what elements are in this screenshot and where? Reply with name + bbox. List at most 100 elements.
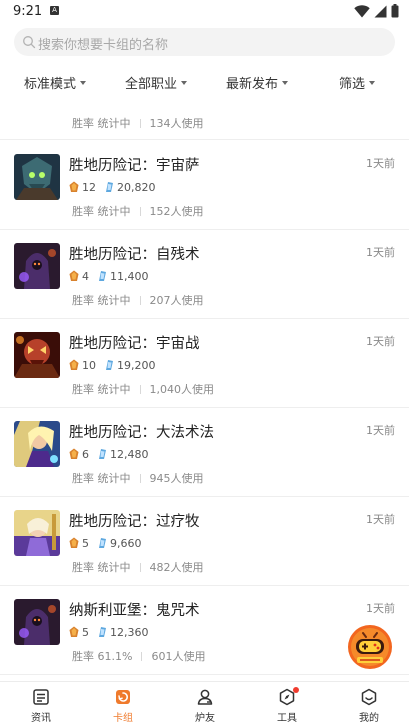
deck-row[interactable]: 胜地历险记：过疗牧 1天前 5 9,660 胜率 统计中 482人使用 — [0, 497, 409, 586]
deck-name: 胜地历险记：自残术 — [69, 247, 200, 263]
mana-gem-icon — [69, 626, 79, 637]
deck-meta: 胜率 统计中 207人使用 — [72, 292, 204, 308]
news-icon — [33, 689, 49, 705]
search-icon — [23, 36, 36, 49]
divider — [139, 562, 141, 572]
divider — [141, 651, 143, 661]
priest-portrait-icon — [14, 510, 60, 556]
tab-news[interactable]: 资讯 — [0, 682, 82, 727]
deck-time: 1天前 — [366, 424, 395, 437]
mana-gem-icon — [69, 448, 79, 459]
shaman-portrait-icon — [14, 154, 60, 200]
deck-time: 1天前 — [366, 335, 395, 348]
warrior-portrait-icon — [14, 332, 60, 378]
divider — [139, 384, 141, 394]
win-rate: 胜率 统计中 — [72, 472, 131, 485]
deck-meta: 胜率 61.1% 601人使用 — [72, 648, 205, 664]
deck-name: 胜地历险记：大法术法 — [69, 425, 214, 441]
notification-a-icon: A — [50, 6, 59, 15]
notification-dot — [293, 687, 299, 693]
usage-count: 945人使用 — [149, 472, 204, 485]
deck-stats: 12 20,820 — [69, 180, 156, 194]
gamepad-icon — [348, 625, 392, 669]
deck-row[interactable]: 胜地历险记：大法术法 1天前 6 12,480 胜率 统计中 945人使用 — [0, 408, 409, 497]
deck-time: 1天前 — [366, 157, 395, 170]
win-rate: 胜率 统计中 — [72, 294, 131, 307]
tab-profile[interactable]: 我的 — [328, 682, 409, 727]
win-rate: 胜率 统计中 — [72, 383, 131, 396]
deck-time: 1天前 — [366, 246, 395, 259]
arcane-dust-icon — [99, 627, 106, 637]
mana-gem-icon — [69, 537, 79, 548]
deck-row[interactable]: 胜地历险记：宇宙战 1天前 10 19,200 胜率 统计中 1,040人使用 — [0, 319, 409, 408]
filter-sort-dropdown[interactable]: 最新发布 — [226, 68, 289, 96]
deck-name: 胜地历险记：宇宙战 — [69, 336, 200, 352]
usage-count: 601人使用 — [151, 650, 206, 663]
tab-decks[interactable]: 卡组 — [82, 682, 164, 727]
caret-down-icon — [80, 80, 87, 85]
deck-meta: 胜率 统计中 1,040人使用 — [72, 381, 214, 397]
bottom-tab-bar: 资讯 卡组 炉友 工具 我的 — [0, 681, 409, 727]
dust-cost: 12,360 — [110, 625, 149, 639]
status-bar: 9:21 A — [0, 0, 409, 24]
arcane-dust-icon — [99, 271, 106, 281]
filter-more-dropdown[interactable]: 筛选 — [339, 68, 376, 96]
deck-meta: 胜率 统计中 482人使用 — [72, 559, 204, 575]
deck-time: 1天前 — [366, 602, 395, 615]
deck-meta: 胜率 统计中 152人使用 — [72, 203, 204, 219]
win-rate: 胜率 统计中 — [72, 561, 131, 574]
filter-label: 标准模式 — [24, 76, 77, 92]
deck-time: 1天前 — [366, 513, 395, 526]
filter-label: 最新发布 — [226, 76, 279, 92]
tab-label: 卡组 — [113, 713, 133, 724]
mana-cost: 4 — [82, 269, 89, 283]
mana-cost: 10 — [82, 358, 96, 372]
dust-cost: 9,660 — [110, 536, 142, 550]
filter-class-dropdown[interactable]: 全部职业 — [125, 68, 188, 96]
deck-list: 胜率 统计中 134人使用 胜地历险记：宇宙萨 1天前 12 20,820 胜率 … — [0, 100, 409, 681]
usage-count: 207人使用 — [149, 294, 204, 307]
battery-icon — [391, 4, 399, 18]
usage-count: 1,040人使用 — [149, 383, 215, 396]
mana-gem-icon — [69, 270, 79, 281]
deck-stats: 4 11,400 — [69, 269, 149, 283]
deck-name: 胜地历险记：宇宙萨 — [69, 158, 200, 174]
mana-gem-icon — [69, 359, 79, 370]
filter-bar: 标准模式 全部职业 最新发布 筛选 — [0, 68, 409, 96]
filter-label: 全部职业 — [125, 76, 178, 92]
tab-label: 炉友 — [195, 713, 215, 724]
tab-friends[interactable]: 炉友 — [164, 682, 246, 727]
tab-tools[interactable]: 工具 — [246, 682, 328, 727]
dust-cost: 11,400 — [110, 269, 149, 283]
cell-signal-icon — [374, 5, 387, 17]
deck-stats: 5 12,360 — [69, 625, 149, 639]
filter-label: 筛选 — [339, 76, 366, 92]
deck-row[interactable]: 胜地历险记：宇宙萨 1天前 12 20,820 胜率 统计中 152人使用 — [0, 141, 409, 230]
status-right — [354, 4, 399, 18]
mana-cost: 5 — [82, 536, 89, 550]
arcane-dust-icon — [106, 360, 113, 370]
filter-mode-dropdown[interactable]: 标准模式 — [24, 68, 87, 96]
deck-icon — [116, 690, 130, 704]
warlock-portrait-icon — [14, 243, 60, 289]
win-rate: 胜率 统计中 — [72, 117, 131, 130]
arcane-dust-icon — [99, 449, 106, 459]
status-time: 9:21 — [13, 4, 43, 19]
deck-row[interactable]: 胜率 统计中 134人使用 — [0, 100, 409, 140]
deck-stats: 10 19,200 — [69, 358, 156, 372]
dust-cost: 19,200 — [117, 358, 156, 372]
usage-count: 134人使用 — [149, 117, 204, 130]
mana-gem-icon — [69, 181, 79, 192]
deck-meta: 胜率 统计中 134人使用 — [72, 115, 204, 131]
arcane-dust-icon — [99, 538, 106, 548]
usage-count: 152人使用 — [149, 205, 204, 218]
search-input[interactable]: 搜索你想要卡组的名称 — [14, 28, 395, 56]
deck-name: 纳斯利亚堡：鬼咒术 — [69, 603, 200, 619]
win-rate: 胜率 61.1% — [72, 650, 133, 663]
deck-row[interactable]: 胜地历险记：自残术 1天前 4 11,400 胜率 统计中 207人使用 — [0, 230, 409, 319]
wifi-icon — [354, 4, 370, 17]
win-rate: 胜率 统计中 — [72, 205, 131, 218]
divider — [139, 118, 141, 128]
divider — [139, 473, 141, 483]
game-helper-button[interactable] — [347, 624, 393, 670]
